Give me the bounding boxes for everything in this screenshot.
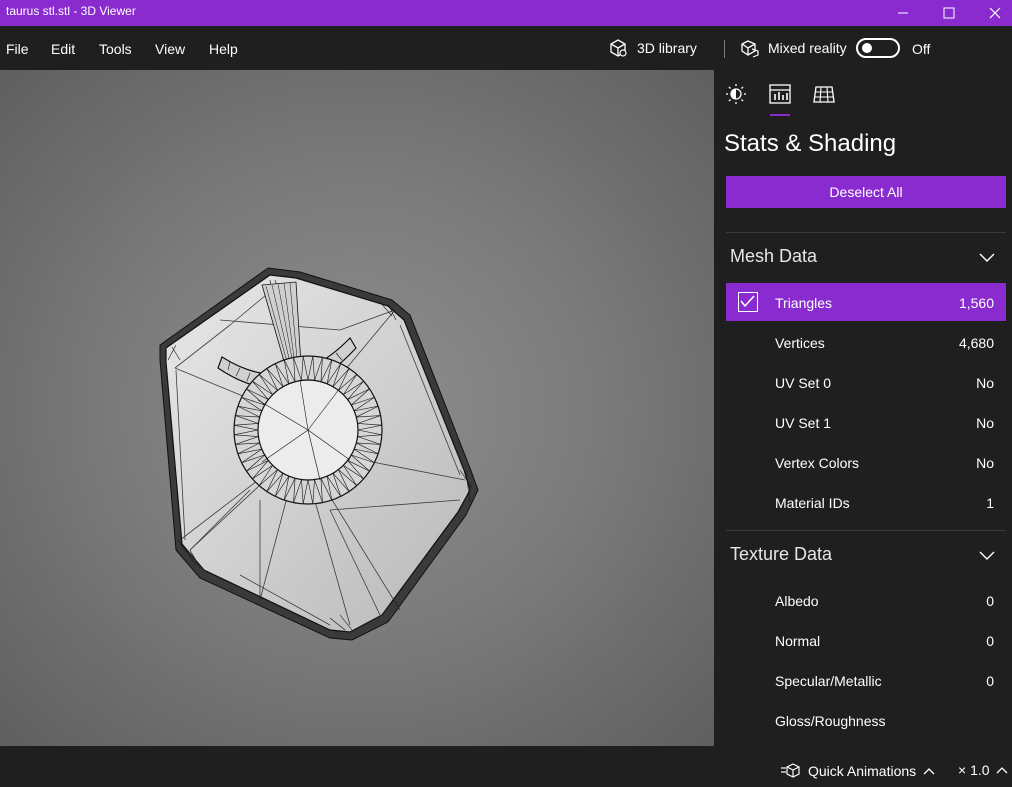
checkmark-icon	[740, 295, 755, 308]
texture-row-gloss-roughness[interactable]: Gloss/Roughness	[726, 701, 1006, 739]
animation-cube-icon	[781, 763, 800, 778]
row-label: Albedo	[775, 593, 819, 609]
divider	[726, 232, 1006, 233]
row-label: Normal	[775, 633, 821, 649]
maximize-button[interactable]	[926, 0, 972, 26]
mixed-reality-state: Off	[912, 41, 931, 57]
row-value: 4,680	[958, 335, 994, 351]
row-label: UV Set 1	[775, 415, 832, 431]
chevron-up-icon	[996, 767, 1007, 774]
mesh-row-triangles[interactable]: Triangles 1,560	[726, 283, 1006, 321]
close-button[interactable]	[972, 0, 1012, 26]
row-value: 1,560	[958, 295, 994, 311]
mesh-row-vertices[interactable]: Vertices 4,680	[726, 323, 1006, 361]
row-label: Vertices	[775, 335, 825, 351]
3d-viewport[interactable]	[0, 70, 714, 746]
minimize-icon	[898, 12, 908, 14]
quick-animations-button[interactable]: Quick Animations	[781, 762, 935, 780]
texture-row-normal[interactable]: Normal 0	[726, 621, 1006, 659]
chevron-down-icon[interactable]	[978, 252, 996, 264]
mesh-row-material-ids[interactable]: Material IDs 1	[726, 483, 1006, 521]
quick-animations-label: Quick Animations	[808, 763, 917, 779]
mesh-data-header[interactable]: Mesh Data	[730, 246, 817, 267]
speed-label: × 1.0	[958, 762, 990, 778]
deselect-all-button[interactable]: Deselect All	[726, 176, 1006, 208]
row-label: Material IDs	[775, 495, 850, 511]
texture-row-specular-metallic[interactable]: Specular/Metallic 0	[726, 661, 1006, 699]
chevron-up-icon	[923, 768, 935, 775]
stats-tab-icon[interactable]	[768, 82, 792, 106]
minimize-button[interactable]	[880, 0, 926, 26]
mesh-row-uv-set-1[interactable]: UV Set 1 No	[726, 403, 1006, 441]
row-value: 0	[986, 673, 994, 689]
row-label: Specular/Metallic	[775, 673, 882, 689]
mixed-reality-icon	[741, 40, 759, 58]
model-render	[159, 267, 479, 641]
menu-view[interactable]: View	[155, 41, 185, 57]
row-value: 0	[986, 593, 994, 609]
maximize-icon	[943, 7, 955, 19]
menu-separator	[724, 40, 725, 58]
texture-row-albedo[interactable]: Albedo 0	[726, 581, 1006, 619]
menu-tools[interactable]: Tools	[99, 41, 132, 57]
title-bar: taurus stl.stl - 3D Viewer	[0, 0, 1012, 26]
row-label: Triangles	[775, 295, 833, 311]
row-value: No	[976, 455, 994, 471]
3d-library-label: 3D library	[637, 40, 697, 56]
mixed-reality-button[interactable]: Mixed reality	[740, 36, 847, 60]
lighting-tab-icon[interactable]	[724, 82, 748, 106]
row-value: No	[976, 415, 994, 431]
row-value: 1	[986, 495, 994, 511]
chevron-down-icon[interactable]	[978, 550, 996, 562]
row-value: 0	[986, 633, 994, 649]
menu-file[interactable]: File	[6, 41, 29, 57]
close-icon	[989, 7, 1001, 19]
row-label: Gloss/Roughness	[775, 713, 886, 729]
mixed-reality-toggle[interactable]	[856, 38, 900, 58]
menu-bar: File Edit Tools View Help 3D library Mix…	[0, 26, 1012, 70]
row-value: No	[976, 375, 994, 391]
toggle-knob	[862, 43, 872, 53]
mesh-row-vertex-colors[interactable]: Vertex Colors No	[726, 443, 1006, 481]
panel-title: Stats & Shading	[724, 130, 897, 157]
cube-icon	[610, 39, 627, 57]
checkbox[interactable]	[738, 292, 758, 312]
grid-tab-icon[interactable]	[812, 82, 836, 106]
side-panel: Stats & Shading Deselect All Mesh Data T…	[714, 70, 1012, 746]
mixed-reality-label: Mixed reality	[768, 40, 847, 56]
bottom-bar: Quick Animations × 1.0	[0, 746, 1012, 787]
speed-button[interactable]: × 1.0	[958, 762, 1008, 778]
row-label: UV Set 0	[775, 375, 832, 391]
window-title: taurus stl.stl - 3D Viewer	[6, 4, 136, 18]
3d-library-button[interactable]: 3D library	[608, 36, 697, 60]
divider	[726, 530, 1006, 531]
active-tab-indicator	[770, 114, 790, 116]
mesh-row-uv-set-0[interactable]: UV Set 0 No	[726, 363, 1006, 401]
texture-data-header[interactable]: Texture Data	[730, 544, 832, 565]
menu-help[interactable]: Help	[209, 41, 238, 57]
menu-edit[interactable]: Edit	[51, 41, 75, 57]
row-label: Vertex Colors	[775, 455, 860, 471]
